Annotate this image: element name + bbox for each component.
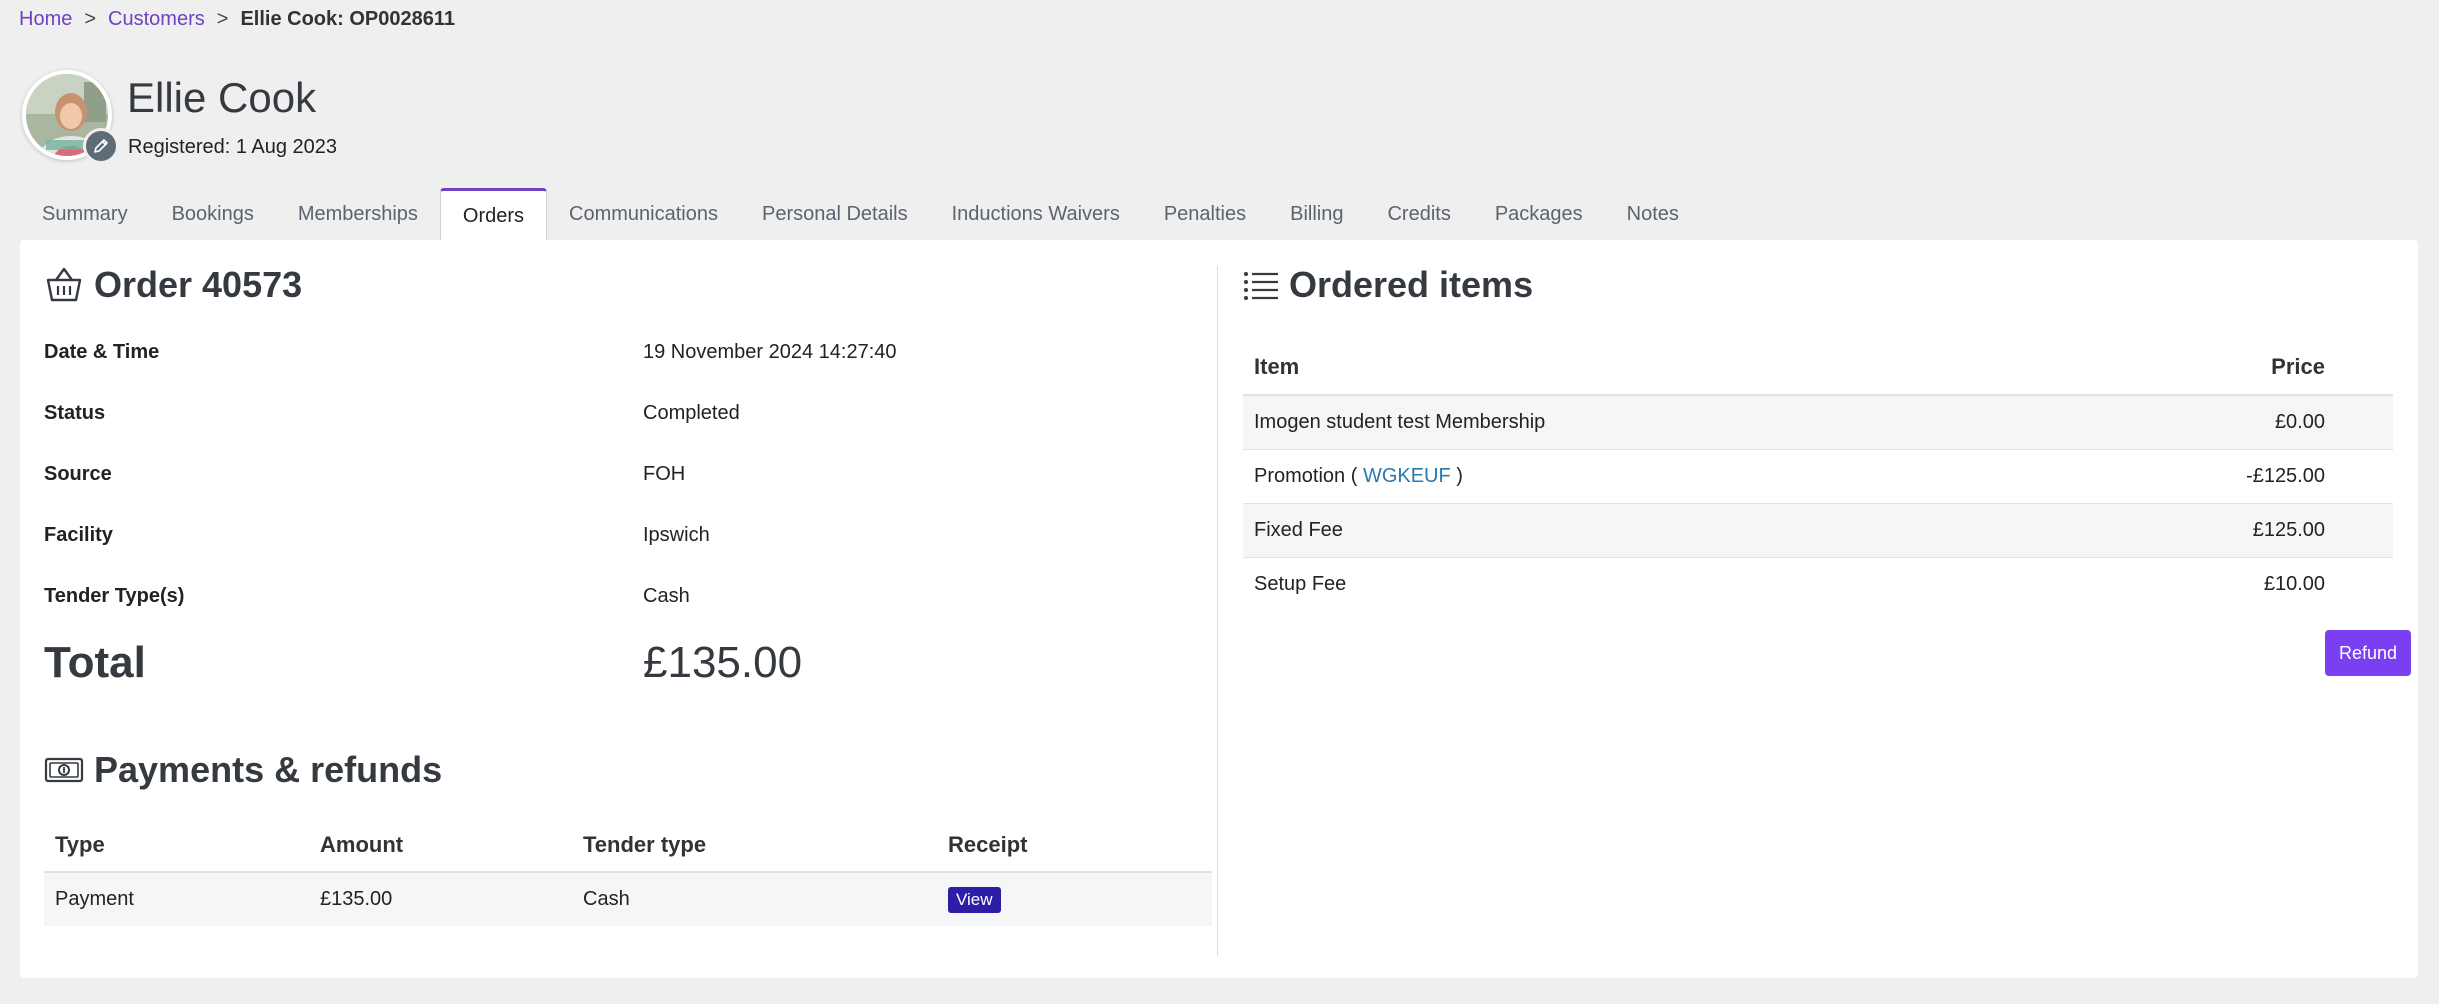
payment-amount: £135.00 [309, 872, 572, 926]
detail-row-tender-types: Tender Type(s) Cash [44, 581, 1212, 611]
ordered-items-heading: Ordered items [1243, 260, 1533, 310]
column-header-item: Item [1243, 340, 2008, 396]
detail-row-date-time: Date & Time 19 November 2024 14:27:40 [44, 337, 1212, 367]
item-name: Fixed Fee [1243, 503, 2008, 558]
column-header-receipt: Receipt [937, 818, 1212, 873]
payment-tender: Cash [572, 872, 937, 926]
breadcrumb-separator: > [84, 8, 97, 30]
total-value: £135.00 [643, 638, 803, 687]
tab-memberships[interactable]: Memberships [276, 188, 440, 241]
column-header-amount: Amount [309, 818, 572, 873]
payment-type: Payment [44, 872, 309, 926]
tab-notes[interactable]: Notes [1605, 188, 1701, 241]
list-icon [1244, 272, 1278, 300]
customer-tabs: Summary Bookings Memberships Orders Comm… [20, 188, 1701, 241]
customer-name: Ellie Cook [127, 74, 317, 121]
detail-row-facility: Facility Ipswich [44, 520, 1212, 550]
breadcrumb-customers-link[interactable]: Customers [108, 6, 205, 32]
table-row: Fixed Fee £125.00 [1243, 503, 2393, 558]
detail-value: Ipswich [643, 524, 710, 546]
view-receipt-button[interactable]: View [948, 886, 1001, 913]
pencil-icon [94, 139, 108, 153]
tab-billing[interactable]: Billing [1268, 188, 1365, 241]
promotion-suffix: ) [1450, 464, 1463, 487]
item-name-promotion: Promotion ( WGKEUF ) [1243, 449, 2008, 504]
basket-icon [46, 267, 82, 302]
breadcrumb-current: Ellie Cook: OP0028611 [240, 8, 455, 30]
detail-value: 19 November 2024 14:27:40 [643, 341, 897, 363]
ordered-items-title: Ordered items [1289, 264, 1534, 305]
banknote-icon [44, 757, 84, 783]
tab-summary[interactable]: Summary [20, 188, 150, 241]
item-name: Imogen student test Membership [1243, 395, 2008, 450]
detail-row-status: Status Completed [44, 398, 1212, 428]
item-price: £10.00 [2263, 572, 2325, 595]
detail-label: Status [44, 402, 106, 424]
ordered-items-table: Item Price Imogen student test Membershi… [1243, 340, 2393, 611]
item-price: £125.00 [2007, 503, 2393, 558]
tab-penalties[interactable]: Penalties [1142, 188, 1268, 241]
payments-heading: Payments & refunds [44, 745, 442, 795]
tab-orders[interactable]: Orders [439, 188, 548, 241]
order-card: Order 40573 Date & Time 19 November 2024… [20, 240, 2418, 978]
payment-receipt-cell: View [937, 872, 1212, 926]
table-header-row: Item Price [1243, 340, 2393, 396]
table-header-row: Type Amount Tender type Receipt [44, 818, 1212, 873]
tab-packages[interactable]: Packages [1473, 188, 1605, 241]
table-row: Payment £135.00 Cash View [44, 872, 1212, 926]
tab-personal-details[interactable]: Personal Details [740, 188, 930, 241]
breadcrumb-separator: > [216, 8, 229, 30]
column-header-tender-type: Tender type [572, 818, 937, 873]
breadcrumb-home-link[interactable]: Home [19, 6, 72, 32]
order-title: Order 40573 [94, 264, 303, 305]
column-header-type: Type [44, 818, 309, 873]
table-row: Imogen student test Membership £0.00 [1243, 395, 2393, 450]
registered-date: Registered: 1 Aug 2023 [128, 136, 338, 158]
item-price: -£125.00 [2007, 449, 2393, 504]
detail-value: FOH [643, 463, 686, 485]
column-header-price: Price [2007, 340, 2393, 396]
total-label: Total [44, 638, 146, 687]
detail-label: Facility [44, 524, 113, 546]
tab-inductions-waivers[interactable]: Inductions Waivers [930, 188, 1142, 241]
column-divider [1217, 266, 1218, 956]
payments-title: Payments & refunds [94, 749, 443, 790]
detail-label: Tender Type(s) [44, 585, 185, 607]
order-heading: Order 40573 [44, 260, 302, 310]
edit-avatar-button[interactable] [83, 128, 119, 164]
tab-communications[interactable]: Communications [547, 188, 740, 241]
item-price: £0.00 [2007, 395, 2393, 450]
breadcrumb: Home > Customers > Ellie Cook: OP0028611 [19, 6, 455, 32]
order-total-row: Total £135.00 [44, 635, 1212, 691]
detail-value: Completed [643, 402, 740, 424]
table-row: Promotion ( WGKEUF ) -£125.00 [1243, 449, 2393, 504]
tab-bookings[interactable]: Bookings [150, 188, 276, 241]
table-row: Setup Fee £10.00 [1243, 557, 2393, 611]
payments-table: Type Amount Tender type Receipt Payment … [44, 818, 1212, 926]
promotion-code-link[interactable]: WGKEUF [1363, 465, 1451, 487]
refund-button[interactable]: Refund [2325, 630, 2411, 676]
item-name: Setup Fee [1254, 572, 1347, 595]
detail-label: Date & Time [44, 341, 160, 363]
promotion-prefix: Promotion ( [1254, 464, 1363, 487]
detail-row-source: Source FOH [44, 459, 1212, 489]
detail-value: Cash [643, 585, 690, 607]
detail-label: Source [44, 463, 112, 485]
tab-credits[interactable]: Credits [1365, 188, 1472, 241]
